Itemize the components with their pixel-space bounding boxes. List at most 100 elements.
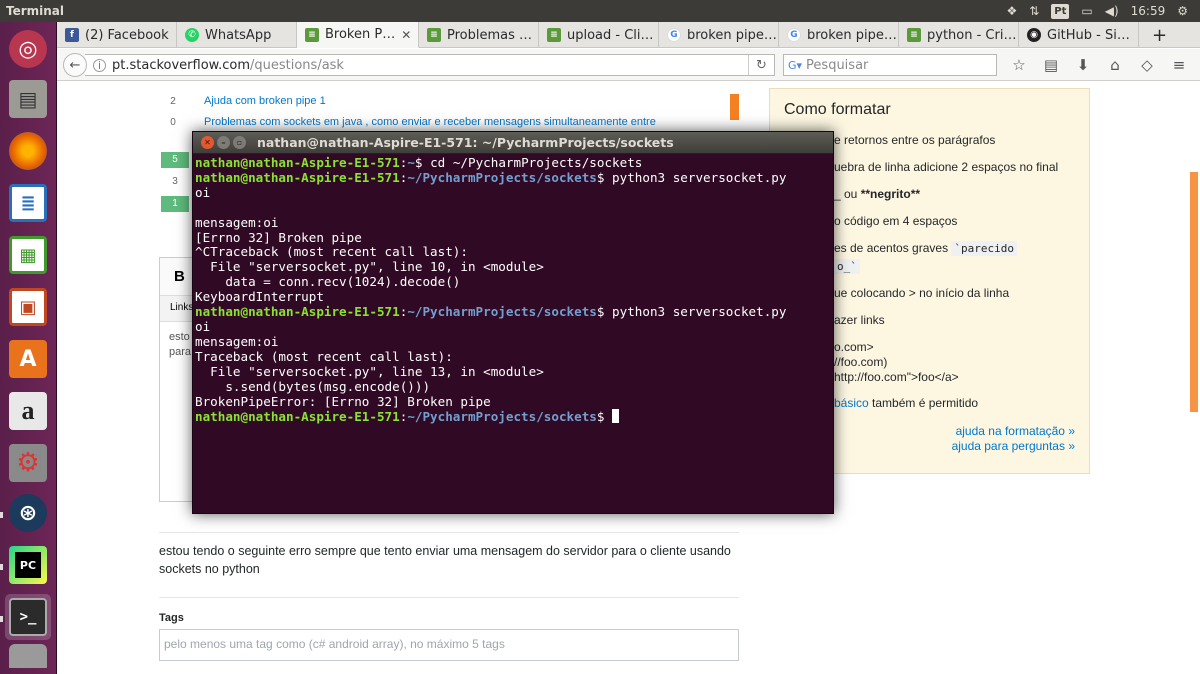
program-output: oi mensagem:oi [Errno 32] Broken pipe ^C… — [195, 184, 544, 305]
pocket-icon[interactable]: ◇ — [1131, 56, 1163, 74]
page-scrollbar[interactable] — [1190, 172, 1198, 412]
search-engine-icon[interactable]: G▾ — [788, 59, 802, 72]
close-tab-icon[interactable]: ✕ — [395, 28, 411, 42]
network-updown-icon[interactable]: ⇅ — [1029, 4, 1039, 18]
download-icon[interactable]: ⬇ — [1067, 56, 1099, 74]
facebook-icon: f — [65, 28, 79, 42]
libreoffice-impress-icon[interactable]: ▣ — [5, 284, 51, 330]
tab-facebook[interactable]: f (2) Facebook — [57, 22, 177, 48]
software-center-icon[interactable]: A — [5, 336, 51, 382]
editor-textarea[interactable]: esto para — [169, 330, 191, 360]
menu-icon[interactable]: ≡ — [1163, 56, 1195, 74]
help-line: o.com> — [834, 340, 874, 354]
libreoffice-calc-icon[interactable]: ▦ — [5, 232, 51, 278]
tab-github[interactable]: ◉ GitHub - Si… — [1019, 22, 1139, 48]
keyboard-layout-icon[interactable]: Pt — [1051, 3, 1070, 19]
question-preview: estou tendo o seguinte erro sempre que t… — [159, 544, 731, 576]
tags-label: Tags — [159, 612, 184, 624]
new-tab-button[interactable]: + — [1139, 22, 1180, 48]
formatting-help-link[interactable]: ajuda na formatação » — [956, 424, 1075, 438]
libreoffice-writer-icon[interactable]: ≣ — [5, 180, 51, 226]
back-button[interactable]: ← — [63, 53, 87, 77]
asking-help-link[interactable]: ajuda para perguntas » — [952, 439, 1075, 453]
help-line: azer links — [834, 313, 885, 327]
url-bar[interactable]: i pt.stackoverflow.com/questions/ask ↻ — [85, 54, 775, 76]
url-host: pt.stackoverflow.com — [112, 57, 250, 73]
tab-label: python - Cri… — [927, 27, 1017, 43]
program-output: oi mensagem:oi Traceback (most recent ca… — [195, 318, 544, 409]
maximize-window-icon[interactable]: ▫ — [233, 136, 246, 149]
bold-button[interactable]: B — [174, 268, 185, 285]
running-indicator — [0, 564, 3, 570]
tags-input[interactable]: pelo menos uma tag como (c# android arra… — [159, 629, 739, 661]
tab-label: Problemas … — [447, 27, 533, 43]
help-line: e retornos entre os parágrafos — [834, 133, 996, 147]
tab-upload[interactable]: ≡ upload - Cli… — [539, 22, 659, 48]
prompt-user: nathan@nathan-Aspire-E1-571 — [195, 169, 400, 185]
home-icon[interactable]: ⌂ — [1099, 56, 1131, 74]
text-cursor — [612, 409, 620, 424]
terminal-window[interactable]: ✕ – ▫ nathan@nathan-Aspire-E1-571: ~/Pyc… — [192, 131, 834, 514]
back-arrow-icon: ← — [69, 57, 81, 73]
tab-google-broken-pipe-2[interactable]: G broken pipe… — [779, 22, 899, 48]
tab-label: WhatsApp — [205, 27, 272, 43]
clock[interactable]: 16:59 — [1131, 4, 1166, 18]
launcher: ◎ ▤ ≣ ▦ ▣ A a ⚙ ⊛ PC >_ — [0, 22, 57, 674]
amazon-icon[interactable]: a — [5, 388, 51, 434]
terminal-titlebar[interactable]: ✕ – ▫ nathan@nathan-Aspire-E1-571: ~/Pyc… — [193, 132, 833, 154]
prompt-path: ~/PycharmProjects/sockets — [407, 169, 597, 185]
help-line: ue colocando > no início da linha — [834, 286, 1010, 300]
answer-count: 0 — [170, 117, 176, 128]
steam-icon[interactable]: ⊛ — [5, 490, 51, 536]
stackoverflow-icon: ≡ — [907, 28, 921, 42]
tab-python[interactable]: ≡ python - Cri… — [899, 22, 1019, 48]
prompt-user: nathan@nathan-Aspire-E1-571 — [195, 304, 400, 320]
reading-list-icon[interactable]: ▤ — [1035, 56, 1067, 74]
help-line: o_` — [834, 259, 860, 274]
search-input[interactable]: G▾ Pesquisar — [783, 54, 997, 76]
close-window-icon[interactable]: ✕ — [201, 136, 214, 149]
pycharm-icon[interactable]: PC — [5, 542, 51, 588]
system-settings-icon[interactable]: ⚙ — [5, 440, 51, 486]
tab-label: broken pipe… — [687, 27, 777, 43]
links-label[interactable]: Links — [170, 302, 193, 313]
tab-google-broken-pipe-1[interactable]: G broken pipe… — [659, 22, 779, 48]
bookmark-star-icon[interactable]: ☆ — [1003, 56, 1035, 74]
help-line: http://foo.com">foo</a> — [834, 370, 959, 384]
terminal-output[interactable]: nathan@nathan-Aspire-E1-571:~$ cd ~/Pych… — [195, 155, 786, 425]
reload-icon[interactable]: ↻ — [748, 55, 774, 75]
tab-strip: f (2) Facebook ✆ WhatsApp ≡ Broken P… ✕ … — [57, 22, 1200, 48]
tab-whatsapp[interactable]: ✆ WhatsApp — [177, 22, 297, 48]
tab-broken-pipe[interactable]: ≡ Broken P… ✕ — [297, 22, 419, 48]
help-line: o código em 4 espaços — [834, 214, 958, 228]
gear-icon[interactable]: ⚙ — [1177, 4, 1188, 18]
help-line: //foo.com) — [834, 355, 888, 369]
minimize-window-icon[interactable]: – — [217, 136, 230, 149]
stackoverflow-icon: ≡ — [427, 28, 441, 42]
tab-problemas[interactable]: ≡ Problemas … — [419, 22, 539, 48]
answer-count: 2 — [170, 96, 176, 107]
related-link[interactable]: Ajuda com broken pipe 1 — [204, 95, 326, 107]
italic-prefix: _ ou — [834, 187, 861, 201]
related-link[interactable]: Problemas com sockets em java , como env… — [204, 116, 656, 128]
firefox-icon[interactable] — [5, 128, 51, 174]
files-icon[interactable]: ▤ — [5, 76, 51, 122]
ubuntu-dash-icon[interactable]: ◎ — [5, 26, 51, 72]
help-title: Como formatar — [784, 101, 891, 118]
help-line: uebra de linha adicione 2 espaços no fin… — [834, 160, 1059, 174]
info-icon[interactable]: i — [93, 58, 106, 72]
volume-icon[interactable]: ◀) — [1105, 4, 1119, 18]
battery-icon[interactable]: ▭ — [1081, 4, 1092, 18]
tab-label: (2) Facebook — [85, 27, 169, 43]
url-path: /questions/ask — [250, 57, 344, 73]
help-line-text: es de acentos graves — [834, 241, 949, 255]
related-scrollbar[interactable] — [730, 94, 739, 120]
help-line-text: também é permitido — [872, 396, 979, 410]
trash-icon[interactable] — [5, 644, 51, 668]
dropbox-icon[interactable]: ❖ — [1006, 4, 1017, 18]
tab-label: upload - Cli… — [567, 27, 654, 43]
terminal-icon[interactable]: >_ — [5, 594, 51, 640]
basic-html-link[interactable]: básico — [834, 396, 869, 410]
tab-label: GitHub - Si… — [1047, 27, 1130, 43]
running-indicator — [0, 616, 3, 622]
